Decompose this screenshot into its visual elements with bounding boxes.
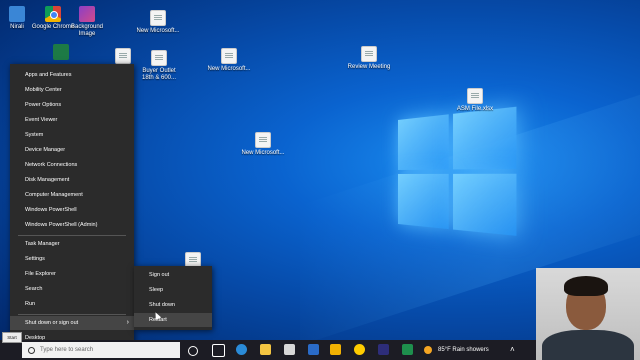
menu-run[interactable]: Run (10, 297, 134, 311)
desktop-icon-excel[interactable] (38, 44, 84, 62)
menu-settings[interactable]: Settings (10, 252, 134, 266)
store-icon[interactable] (284, 344, 295, 355)
menu-windows-powershell[interactable]: Windows PowerShell (10, 203, 134, 217)
document-icon (151, 50, 167, 66)
menu-event-viewer[interactable]: Event Viewer (10, 113, 134, 127)
menu-computer-management[interactable]: Computer Management (10, 188, 134, 202)
weather-text[interactable]: 85°F Rain showers (438, 340, 489, 360)
taskbar-search-box[interactable]: Type here to search (22, 342, 180, 358)
menu-task-manager[interactable]: Task Manager (10, 237, 134, 251)
desktop-icon-new-microsoft-1[interactable]: New Microsoft... (135, 10, 181, 35)
mail-icon[interactable] (308, 344, 319, 355)
shutdown-submenu: Sign out Sleep Shut down Restart (134, 266, 212, 330)
start-tooltip: Start (2, 332, 22, 343)
windows-logo-wallpaper (398, 105, 528, 244)
submenu-restart[interactable]: Restart (134, 313, 212, 327)
document-icon (221, 48, 237, 64)
menu-shut-down-or-sign-out[interactable]: Shut down or sign out › (10, 316, 134, 330)
chrome-icon (45, 6, 61, 22)
submenu-sign-out[interactable]: Sign out (134, 268, 212, 282)
chevron-right-icon: › (126, 319, 129, 326)
desktop-icon-new-microsoft-2[interactable]: New Microsoft... (206, 48, 252, 73)
edge-icon[interactable] (236, 344, 247, 355)
submenu-sleep[interactable]: Sleep (134, 283, 212, 297)
task-view-icon[interactable] (212, 344, 225, 357)
menu-disk-management[interactable]: Disk Management (10, 173, 134, 187)
menu-device-manager[interactable]: Device Manager (10, 143, 134, 157)
desktop-icon-asm-file[interactable]: ASM File.xlsx (450, 88, 500, 113)
menu-file-explorer[interactable]: File Explorer (10, 267, 134, 281)
menu-system[interactable]: System (10, 128, 134, 142)
document-icon (150, 10, 166, 26)
menu-mobility-center[interactable]: Mobility Center (10, 83, 134, 97)
cortana-icon[interactable] (188, 346, 198, 356)
desktop-icon-new-microsoft-3[interactable]: New Microsoft... (240, 132, 286, 157)
desktop-icon-background-image[interactable]: Background Image (64, 6, 110, 38)
menu-separator (18, 235, 126, 236)
image-icon (79, 6, 95, 22)
chevron-up-icon[interactable]: ˄ (510, 340, 515, 360)
menu-power-options[interactable]: Power Options (10, 98, 134, 112)
weather-icon (424, 346, 432, 354)
chrome-icon[interactable] (354, 344, 365, 355)
app-icon[interactable] (378, 344, 389, 355)
submenu-shut-down[interactable]: Shut down (134, 298, 212, 312)
sticky-notes-icon[interactable] (330, 344, 341, 355)
document-icon (115, 48, 131, 64)
menu-windows-powershell-admin[interactable]: Windows PowerShell (Admin) (10, 218, 134, 232)
winx-power-user-menu: Apps and Features Mobility Center Power … (10, 64, 134, 350)
menu-search[interactable]: Search (10, 282, 134, 296)
excel-icon (53, 44, 69, 60)
document-icon (361, 46, 377, 62)
desktop-icon-review-meeting[interactable]: Review Meeting (346, 46, 392, 71)
menu-apps-and-features[interactable]: Apps and Features (10, 68, 134, 82)
search-icon (28, 347, 35, 354)
file-explorer-icon[interactable] (260, 344, 271, 355)
excel-icon[interactable] (402, 344, 413, 355)
menu-separator (18, 314, 126, 315)
document-icon (467, 88, 483, 104)
menu-network-connections[interactable]: Network Connections (10, 158, 134, 172)
user-folder-icon (9, 6, 25, 22)
document-icon (255, 132, 271, 148)
webcam-overlay (536, 268, 640, 360)
